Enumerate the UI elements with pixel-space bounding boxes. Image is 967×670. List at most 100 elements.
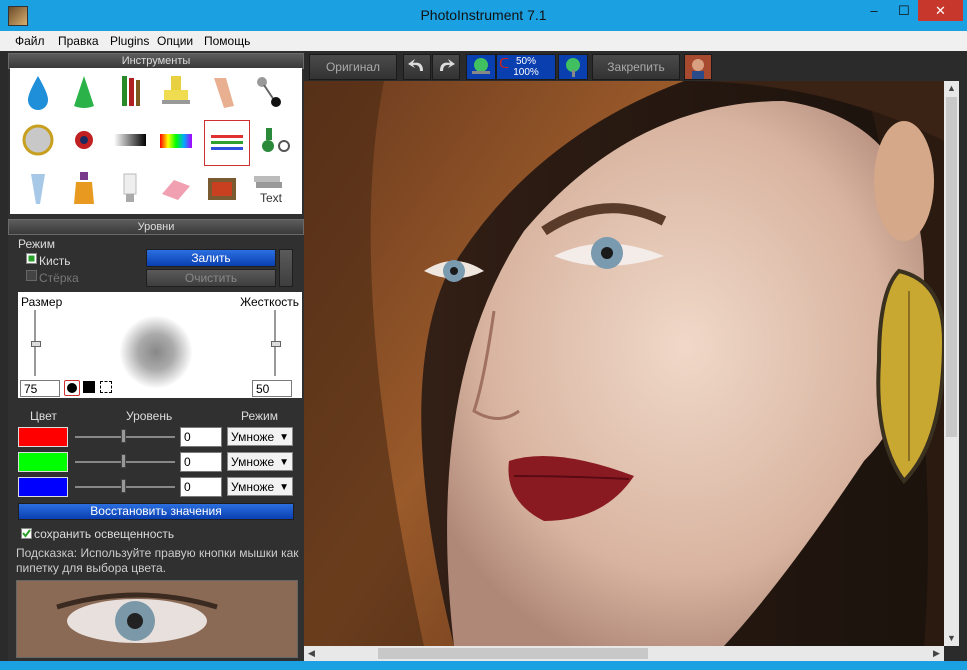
level-column-label: Уровень: [126, 409, 173, 423]
red-eye-tool-icon[interactable]: [62, 118, 106, 162]
pin-tool-icon[interactable]: [246, 70, 290, 114]
blue-level-value: 0: [184, 480, 191, 494]
menu-file[interactable]: Файл: [15, 34, 45, 48]
red-swatch[interactable]: [18, 427, 68, 447]
original-button[interactable]: Оригинал: [309, 54, 397, 80]
zoom-level-button[interactable]: ᑕ 50% 100%: [496, 54, 556, 80]
color-column-label: Цвет: [30, 409, 57, 423]
finger-tool-icon[interactable]: [200, 70, 244, 114]
gradient-tool-icon[interactable]: [108, 118, 152, 162]
drop-tool-icon[interactable]: [16, 70, 60, 114]
blue-level-row: 0 Умноже ▼: [18, 477, 304, 499]
hardness-spinbox[interactable]: 50: [252, 380, 292, 397]
menu-plugins[interactable]: Plugins: [110, 34, 149, 48]
scroll-left-icon[interactable]: ◀: [304, 646, 319, 661]
zoom-out-icon[interactable]: [558, 54, 588, 80]
text-tool-label: Text: [260, 191, 283, 205]
scroll-up-icon[interactable]: ▲: [944, 81, 959, 96]
green-mode-select[interactable]: Умноже ▼: [227, 452, 293, 471]
cone-tool-icon[interactable]: [62, 70, 106, 114]
blue-mode-value: Умноже: [231, 480, 275, 494]
red-level-spinbox[interactable]: 0: [180, 427, 222, 447]
side-scroll-button[interactable]: [279, 249, 293, 287]
left-panel: Инструменты Text Уровни Режим Кисть Стёр…: [8, 51, 304, 661]
brush-settings-box: Размер Жесткость 75 50: [18, 292, 302, 398]
hardness-slider-thumb[interactable]: [271, 341, 281, 347]
red-mode-select[interactable]: Умноже ▼: [227, 427, 293, 446]
selection-brush-icon[interactable]: [100, 381, 112, 393]
size-value: 75: [24, 382, 38, 396]
bottle-tool-icon[interactable]: [62, 166, 106, 210]
blade-tool-icon[interactable]: [16, 166, 60, 210]
green-mode-value: Умноже: [231, 455, 275, 469]
green-swatch[interactable]: [18, 452, 68, 472]
levels-tool-icon[interactable]: [204, 120, 250, 166]
tools-panel-title: Инструменты: [8, 53, 304, 69]
green-level-value: 0: [184, 455, 191, 469]
maximize-button[interactable]: ☐: [890, 0, 918, 21]
scroll-right-icon[interactable]: ▶: [929, 646, 944, 661]
size-spinbox[interactable]: 75: [20, 380, 60, 397]
scroll-down-icon[interactable]: ▼: [944, 631, 959, 646]
chevron-down-icon: ▼: [279, 482, 289, 493]
clone-tool-icon[interactable]: [254, 118, 298, 162]
close-button[interactable]: ✕: [918, 0, 963, 21]
menu-help[interactable]: Помощь: [204, 34, 250, 48]
main-toolbar: Оригинал ᑕ 50% 100% Закрепить: [304, 51, 967, 81]
preserve-lightness-checkbox[interactable]: [21, 528, 32, 539]
blue-mode-select[interactable]: Умноже ▼: [227, 477, 293, 496]
blue-level-thumb[interactable]: [121, 479, 126, 493]
rainbow-tool-icon[interactable]: [154, 118, 198, 162]
hardness-label: Жесткость: [240, 295, 299, 309]
redo-icon[interactable]: [432, 54, 460, 80]
tools-grid: Text: [10, 68, 302, 214]
text-tool-icon[interactable]: Text: [246, 166, 290, 210]
zoom-magnet-icon: ᑕ: [499, 55, 510, 71]
eye-preview-thumbnail: [16, 580, 298, 658]
bulb-tool-icon[interactable]: [108, 166, 152, 210]
red-level-thumb[interactable]: [121, 429, 126, 443]
window-title: PhotoInstrument 7.1: [420, 7, 547, 23]
undo-icon[interactable]: [403, 54, 431, 80]
menu-options[interactable]: Опции: [157, 34, 193, 48]
preserve-lightness-label: сохранить освещенность: [34, 527, 175, 541]
shield-tool-icon[interactable]: [16, 118, 60, 162]
stamp-tool-icon[interactable]: [154, 70, 198, 114]
size-slider-thumb[interactable]: [31, 341, 41, 347]
photo-canvas[interactable]: [304, 81, 958, 646]
vertical-scroll-thumb[interactable]: [946, 97, 957, 437]
menu-edit[interactable]: Правка: [58, 34, 99, 48]
zoom-in-icon[interactable]: [466, 54, 496, 80]
square-brush-icon[interactable]: [83, 381, 95, 393]
blue-swatch[interactable]: [18, 477, 68, 497]
red-level-value: 0: [184, 430, 191, 444]
menu-bar: Файл Правка Plugins Опции Помощь: [0, 31, 967, 51]
blue-level-spinbox[interactable]: 0: [180, 477, 222, 497]
horizontal-scrollbar[interactable]: ◀ ▶: [304, 646, 944, 661]
fill-button[interactable]: Залить: [146, 249, 276, 267]
commit-button[interactable]: Закрепить: [592, 54, 680, 80]
clear-button[interactable]: Очистить: [146, 269, 276, 287]
tv-tool-icon[interactable]: [200, 166, 244, 210]
green-level-row: 0 Умноже ▼: [18, 452, 304, 474]
vertical-scrollbar[interactable]: ▲ ▼: [944, 81, 959, 646]
hardness-value: 50: [256, 382, 270, 396]
restore-values-button[interactable]: Восстановить значения: [18, 503, 294, 520]
brush-option-label: Кисть: [39, 254, 71, 268]
green-level-spinbox[interactable]: 0: [180, 452, 222, 472]
status-bar: [0, 661, 967, 670]
round-brush-icon[interactable]: [64, 380, 80, 396]
pencils-tool-icon[interactable]: [108, 70, 152, 114]
brush-checkbox[interactable]: [26, 253, 38, 265]
eraser-option-label: Стёрка: [39, 271, 79, 285]
avatar[interactable]: [684, 54, 712, 80]
minimize-button[interactable]: –: [860, 0, 888, 21]
size-label: Размер: [21, 295, 63, 309]
title-bar: PhotoInstrument 7.1 – ☐ ✕: [0, 0, 967, 31]
mode-label: Режим: [18, 237, 55, 251]
green-level-thumb[interactable]: [121, 454, 126, 468]
levels-panel-title: Уровни: [8, 219, 304, 235]
eraser-checkbox[interactable]: [26, 270, 38, 282]
horizontal-scroll-thumb[interactable]: [378, 648, 648, 659]
eraser-tool-icon[interactable]: [154, 166, 198, 210]
